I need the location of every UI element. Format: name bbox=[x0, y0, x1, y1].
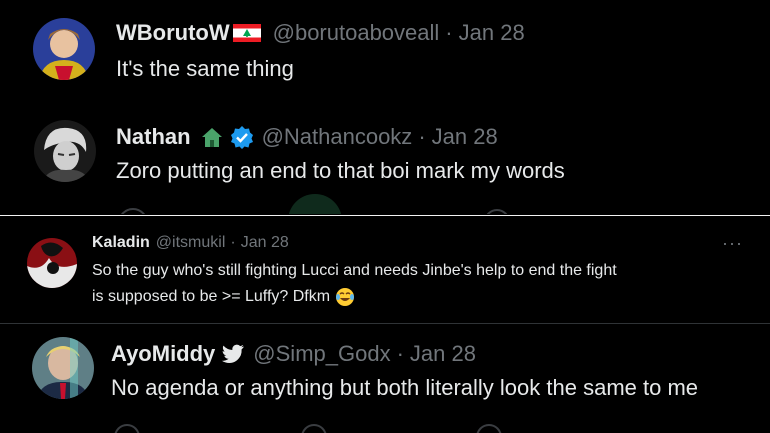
handle[interactable]: @Simp_Godx bbox=[253, 341, 390, 367]
dot-separator: · bbox=[230, 234, 236, 251]
tweet-text: It's the same thing bbox=[116, 56, 294, 81]
dot-separator: · bbox=[396, 341, 404, 366]
timestamp[interactable]: Jan 28 bbox=[410, 341, 476, 367]
avatar[interactable] bbox=[34, 120, 96, 182]
avatar[interactable] bbox=[27, 238, 77, 288]
tweet-ayomiddy[interactable]: AyoMiddy @Simp_Godx · Jan 28 No agenda o… bbox=[6, 326, 762, 433]
retweet-icon[interactable] bbox=[301, 424, 327, 433]
tweet-text: Zoro putting an end to that boi mark my … bbox=[116, 158, 565, 183]
divider bbox=[0, 215, 770, 216]
tweet-wborutow[interactable]: WBorutoW @borutoaboveall · Jan 28 It's t… bbox=[6, 0, 762, 104]
tweet-text-line-2: is supposed to be >= Luffy? Dfkm bbox=[92, 287, 355, 307]
tweet-text: is supposed to be >= Luffy? Dfkm bbox=[92, 288, 331, 305]
handle[interactable]: @itsmukil bbox=[156, 234, 226, 252]
tweet-kaladin[interactable]: Kaladin @itsmukil · Jan 28 ··· So the gu… bbox=[0, 215, 770, 324]
bird-icon bbox=[221, 344, 245, 364]
display-name[interactable]: AyoMiddy bbox=[111, 341, 215, 367]
house-emoji-icon bbox=[199, 125, 225, 149]
timestamp[interactable]: Jan 28 bbox=[432, 124, 498, 150]
dot-separator: · bbox=[445, 20, 453, 45]
display-name[interactable]: Nathan bbox=[116, 124, 191, 150]
tweet-header: AyoMiddy @Simp_Godx · Jan 28 bbox=[111, 341, 476, 367]
tweet-text-line-1: So the guy who's still fighting Lucci an… bbox=[92, 262, 617, 279]
timestamp[interactable]: Jan 28 bbox=[241, 234, 289, 252]
reply-icon[interactable] bbox=[118, 208, 148, 214]
retweet-icon[interactable] bbox=[288, 194, 342, 214]
lebanon-flag-icon bbox=[232, 24, 261, 42]
display-name[interactable]: WBorutoW bbox=[116, 20, 230, 46]
like-icon[interactable] bbox=[476, 424, 502, 433]
tweet-nathan[interactable]: Nathan @Nathancookz · Jan 28 Zoro puttin… bbox=[6, 112, 762, 214]
handle[interactable]: @borutoaboveall bbox=[273, 20, 440, 46]
tweet-header: WBorutoW @borutoaboveall · Jan 28 bbox=[116, 20, 525, 46]
avatar[interactable] bbox=[32, 337, 94, 399]
tweet-text: No agenda or anything but both literally… bbox=[111, 375, 699, 400]
timestamp[interactable]: Jan 28 bbox=[459, 20, 525, 46]
divider bbox=[0, 323, 770, 324]
verified-badge-icon bbox=[230, 125, 254, 149]
like-icon[interactable] bbox=[484, 209, 510, 214]
laughing-crying-emoji-icon bbox=[335, 287, 355, 307]
display-name[interactable]: Kaladin bbox=[92, 234, 150, 252]
tweet-header: Nathan @Nathancookz · Jan 28 bbox=[116, 124, 498, 150]
avatar[interactable] bbox=[33, 18, 95, 80]
tweet-header: Kaladin @itsmukil · Jan 28 bbox=[92, 234, 289, 252]
handle[interactable]: @Nathancookz bbox=[262, 124, 413, 150]
dot-separator: · bbox=[418, 124, 426, 149]
reply-icon[interactable] bbox=[114, 424, 140, 433]
more-options-button[interactable]: ··· bbox=[722, 233, 743, 254]
